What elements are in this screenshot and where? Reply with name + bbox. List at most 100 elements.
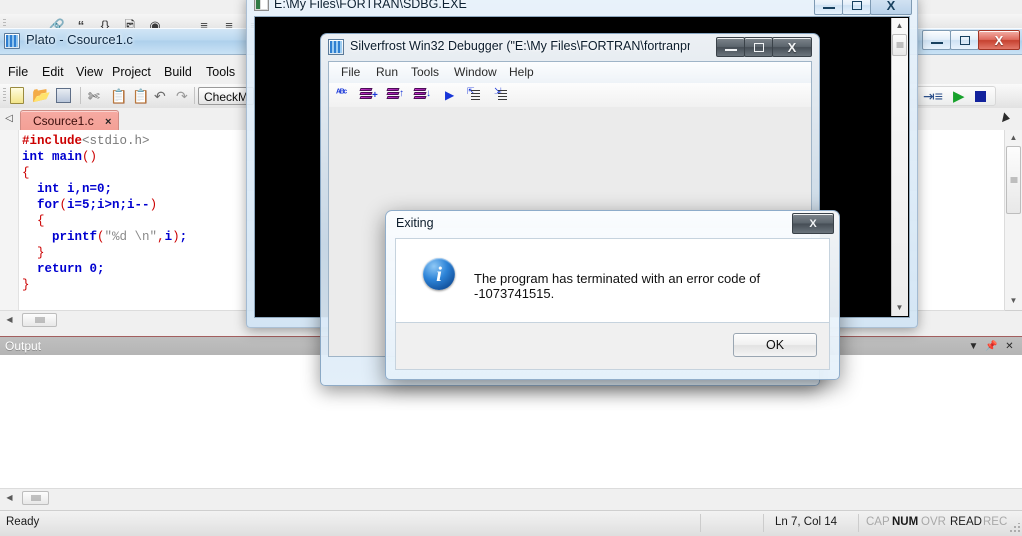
paste-icon[interactable]: 📋 [132,87,150,105]
stack-up-icon[interactable]: ↑ [386,87,404,102]
console-vertical-scrollbar[interactable]: ▲ ▼ [891,18,908,316]
status-message: Ready [6,516,40,528]
code-line: printf("%d \n",i); [22,229,187,245]
debugger-icon [328,39,344,55]
exiting-dialog[interactable]: Exiting X i The program has terminated w… [385,210,840,380]
debugger-menu-file[interactable]: File [341,65,360,79]
run-icon[interactable]: ▶ [445,88,454,102]
output-hscroll-left-arrow[interactable]: ◀ [2,491,17,505]
open-folder-icon[interactable]: 📂 [32,88,51,104]
debugger-menu-bar[interactable]: File Run Tools Window Help [329,62,811,84]
redo-icon[interactable]: ↷ [176,87,194,105]
close-icon[interactable]: ✕ [1003,340,1016,353]
copy-icon[interactable]: 📋 [110,87,128,105]
status-divider-2 [763,514,764,532]
new-file-icon[interactable] [10,87,24,104]
dialog-title-bar[interactable]: Exiting X [385,210,840,238]
code-token: "%d \n" [104,230,158,244]
plato-window-controls[interactable]: X [922,30,1020,50]
step-into-icon[interactable]: ⇱ [467,86,480,101]
source-code-text[interactable]: #include<stdio.h> int main(){ int i,n=0; … [22,133,187,293]
debugger-menu-window[interactable]: Window [454,65,497,79]
run-icon[interactable]: ▶ [953,87,965,105]
menu-item-file[interactable]: File [2,65,34,79]
console-scroll-down-arrow[interactable]: ▼ [892,301,907,315]
output-horizontal-scrollbar[interactable]: ◀ [0,488,1022,508]
dialog-title-text: Exiting [396,216,434,230]
debugger-window-controls[interactable]: X [716,37,812,57]
code-token: ( [59,198,68,212]
console-maximize-button[interactable] [842,0,871,15]
console-close-button[interactable]: X [870,0,912,15]
status-divider-1 [700,514,701,532]
tab-csource1-c[interactable]: Csource1.c × [20,110,120,130]
menu-item-build[interactable]: Build [158,65,198,79]
menu-item-project[interactable]: Project [106,65,157,79]
scroll-down-arrow[interactable]: ▼ [1006,294,1021,308]
toolbar-grip-main[interactable] [3,88,6,103]
stop-icon[interactable] [975,91,986,102]
editor-hscroll-thumb[interactable] [22,313,57,327]
output-hscroll-thumb[interactable] [22,491,49,505]
editor-vertical-scrollbar[interactable]: ▲ ▼ [1004,130,1022,310]
console-title-bar[interactable]: E:\My Files\FORTRAN\SDBG.EXE X [246,0,918,16]
debugger-menu-help[interactable]: Help [509,65,534,79]
code-token: () [82,150,98,164]
pin-icon[interactable]: 📌 [985,340,998,353]
tab-close-icon[interactable]: × [105,116,111,128]
status-badge-rec: REC [983,516,1008,528]
code-token: i [164,230,173,244]
code-token: #include [22,134,83,148]
tab-scroll-left-button[interactable]: ◁ [3,112,15,126]
plato-close-button[interactable]: X [978,30,1020,50]
console-icon [254,0,269,11]
status-badge-num: NUM [892,516,919,528]
scroll-up-arrow[interactable]: ▲ [1006,131,1021,145]
code-token: ; [179,230,188,244]
dialog-close-button[interactable]: X [792,213,834,234]
console-window-controls[interactable]: X [814,0,912,15]
debugger-maximize-button[interactable] [744,37,773,57]
hscroll-left-arrow[interactable]: ◀ [2,313,17,327]
editor-vscroll-thumb[interactable] [1006,146,1021,214]
chevron-down-icon[interactable]: ▼ [967,340,980,353]
plato-minimize-button[interactable] [922,30,951,50]
debugger-menu-tools[interactable]: Tools [411,65,439,79]
debugger-close-button[interactable]: X [772,37,812,57]
save-icon[interactable] [56,88,71,103]
debugger-title-bar[interactable]: Silverfrost Win32 Debugger ("E:\My Files… [320,33,820,61]
code-token: main [44,150,83,164]
code-token: ) [149,198,158,212]
plato-maximize-button[interactable] [950,30,979,50]
ok-button[interactable]: OK [733,333,817,357]
code-token: i,n=0; [67,182,113,196]
console-vscroll-thumb[interactable] [892,34,907,56]
console-scroll-up-arrow[interactable]: ▲ [892,19,907,33]
abc-find-icon[interactable]: ᴬᴮᶜ [336,88,347,99]
step-into-icon[interactable]: ⇥≡ [923,88,943,105]
debugger-title-text: Silverfrost Win32 Debugger ("E:\My Files… [350,39,690,53]
debugger-toolbar[interactable]: ᴬᴮᶜ + ↑ ↓ ▶ ⇱ ⇲ [329,83,811,108]
console-minimize-button[interactable] [814,0,843,15]
stack-add-icon[interactable]: + [359,87,378,102]
code-token: ) [172,230,180,244]
info-icon: i [423,258,455,290]
debugger-minimize-button[interactable] [716,37,745,57]
menu-item-view[interactable]: View [70,65,109,79]
debugger-menu-run[interactable]: Run [376,65,398,79]
cut-icon[interactable]: ✄ [88,87,106,105]
code-line: #include<stdio.h> [22,133,187,149]
dialog-window-controls[interactable]: X [792,213,834,234]
plato-run-button-group[interactable]: ⇥≡ ▶ [916,86,996,106]
step-over-icon[interactable]: ⇲ [494,86,507,101]
code-line: int main() [22,149,187,165]
menu-item-tools[interactable]: Tools [200,65,241,79]
dialog-message: The program has terminated with an error… [474,271,761,301]
menu-item-edit[interactable]: Edit [36,65,70,79]
undo-icon[interactable]: ↶ [154,87,172,105]
stack-down-icon[interactable]: ↓ [413,87,431,102]
resize-grip[interactable] [1009,523,1020,534]
